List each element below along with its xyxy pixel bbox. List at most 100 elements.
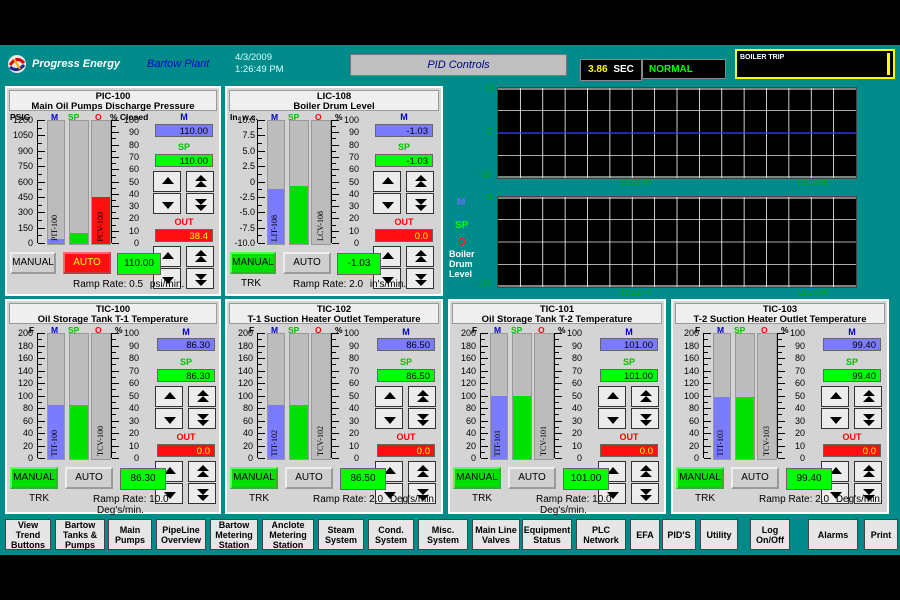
out-fast-lower-button[interactable]	[186, 268, 214, 289]
trend-area: 10 0 -10 13:21:40 13:26:00 M SP O Boiler…	[445, 83, 895, 298]
auto-button[interactable]: AUTO	[283, 252, 331, 274]
nav-button-9[interactable]: Main Line Valves	[472, 519, 520, 550]
sp-lower-button[interactable]	[155, 408, 183, 429]
nav-button-17[interactable]: Print	[864, 519, 898, 550]
sp-fast-raise-button[interactable]	[406, 171, 434, 192]
sp-value[interactable]: 110.00	[155, 154, 213, 167]
auto-button[interactable]: AUTO	[285, 467, 333, 489]
sp-fast-lower-button[interactable]	[188, 408, 216, 429]
nav-button-4[interactable]: Bartow Metering Station	[210, 519, 258, 550]
sp-raise-button[interactable]	[598, 386, 626, 407]
sp-value[interactable]: -1.03	[375, 154, 433, 167]
pv-scale-label: 0	[27, 238, 33, 248]
m-caption: M	[400, 112, 408, 122]
controller-title: TIC-101 Oil Storage Tank T-2 Temperature	[452, 303, 662, 325]
sp-fast-raise-button[interactable]	[188, 386, 216, 407]
nav-button-16[interactable]: Alarms	[808, 519, 858, 550]
manual-button[interactable]: MANUAL	[10, 252, 56, 274]
pct-scale-label: 30	[571, 415, 582, 426]
nav-button-11[interactable]: PLC Network	[576, 519, 626, 550]
sp-fast-lower-button[interactable]	[186, 193, 214, 214]
sp-lower-button[interactable]	[375, 408, 403, 429]
nav-button-2[interactable]: Main Pumps	[108, 519, 152, 550]
pv-scale-label: 2.5	[242, 161, 255, 172]
manual-button[interactable]: MANUAL	[230, 252, 276, 274]
pct-scale-label: 10	[348, 225, 359, 236]
sp-fast-lower-button[interactable]	[406, 193, 434, 214]
pv-scale: 200 180 160 140 120 100 80 60 40 20 0	[450, 328, 476, 463]
nav-button-0[interactable]: View Trend Buttons	[5, 519, 51, 550]
pv-scale-label: 140	[17, 365, 33, 376]
sp-raise-button[interactable]	[375, 386, 403, 407]
pv-scale-label: 80	[22, 403, 33, 413]
nav-button-3[interactable]: PipeLine Overview	[156, 519, 206, 550]
sp-raise-button[interactable]	[373, 171, 401, 192]
manual-button[interactable]: MANUAL	[10, 467, 58, 489]
out-fast-raise-button[interactable]	[854, 461, 882, 482]
sp-lower-button[interactable]	[598, 408, 626, 429]
company-name: Progress Energy	[32, 58, 121, 70]
alarm-banner[interactable]: BOILER TRIP	[735, 49, 895, 79]
sp-value[interactable]: 86.30	[157, 369, 215, 382]
nav-button-5[interactable]: Anclote Metering Station	[262, 519, 314, 550]
m-bar-label: PIT-100	[50, 215, 59, 241]
sp-caption: SP	[622, 357, 635, 367]
nav-button-8[interactable]: Misc. System	[418, 519, 468, 550]
sp-raise-button[interactable]	[155, 386, 183, 407]
out-fast-raise-button[interactable]	[406, 246, 434, 267]
nav-button-12[interactable]: EFA	[630, 519, 660, 550]
manual-button[interactable]: MANUAL	[230, 467, 278, 489]
out-fast-raise-button[interactable]	[631, 461, 659, 482]
sp-fast-lower-button[interactable]	[631, 408, 659, 429]
sp-fast-raise-button[interactable]	[186, 171, 214, 192]
pv-scale-label: 7.5	[242, 130, 255, 141]
ramp-rate: Ramp Rate: 10.0 Deg's/min.	[536, 494, 664, 516]
sp-fast-lower-button[interactable]	[854, 408, 882, 429]
auto-button[interactable]: AUTO	[65, 467, 113, 489]
sp-raise-button[interactable]	[153, 171, 181, 192]
sp-lower-button[interactable]	[153, 193, 181, 214]
sp-value[interactable]: 101.00	[600, 369, 658, 382]
sp-fast-lower-button[interactable]	[408, 408, 436, 429]
pct-scale-label: 30	[128, 201, 139, 212]
sp-lower-button[interactable]	[373, 193, 401, 214]
nav-button-13[interactable]: PID'S	[662, 519, 696, 550]
out-fast-raise-button[interactable]	[408, 461, 436, 482]
sp-value[interactable]: 86.50	[377, 369, 435, 382]
scan-timer: 3.86 SEC	[580, 59, 642, 81]
nav-button-7[interactable]: Cond. System	[368, 519, 414, 550]
top-trend-time-end: 13:26:00	[797, 178, 829, 187]
sp-lower-button[interactable]	[821, 408, 849, 429]
controller-tic101: TIC-101 Oil Storage Tank T-2 Temperature F…	[448, 299, 666, 516]
m-bar-trough: TIT-102	[267, 333, 285, 460]
auto-button[interactable]: AUTO	[508, 467, 556, 489]
nav-button-10[interactable]: Equipment Status	[522, 519, 572, 550]
sp-fast-raise-button[interactable]	[408, 386, 436, 407]
out-fast-lower-button[interactable]	[406, 268, 434, 289]
nav-button-1[interactable]: Bartow Tanks & Pumps	[55, 519, 105, 550]
auto-button[interactable]: AUTO	[731, 467, 779, 489]
pv-scale-label: 450	[17, 191, 33, 202]
nav-button-6[interactable]: Steam System	[318, 519, 364, 550]
bottom-trend-chart[interactable]	[497, 196, 857, 288]
sp-raise-button[interactable]	[821, 386, 849, 407]
pct-scale-label: 70	[794, 365, 805, 376]
track-label: TRK	[472, 493, 492, 504]
manual-button[interactable]: MANUAL	[453, 467, 501, 489]
track-label: TRK	[695, 493, 715, 504]
sp-fast-raise-button[interactable]	[631, 386, 659, 407]
sp-value[interactable]: 99.40	[823, 369, 881, 382]
ramp-unit: in's/min.	[369, 279, 407, 290]
manual-button[interactable]: MANUAL	[676, 467, 724, 489]
nav-button-15[interactable]: Log On/Off	[750, 519, 790, 550]
pct-scale-label: 80	[348, 353, 359, 363]
m-bar-label: TIT-103	[716, 429, 725, 456]
auto-button[interactable]: AUTO	[63, 252, 111, 274]
top-trend-chart[interactable]	[497, 87, 857, 179]
out-bar-trough: TCV-100	[91, 333, 111, 460]
system-status: NORMAL	[642, 59, 726, 79]
out-fast-raise-button[interactable]	[186, 246, 214, 267]
sp-fast-raise-button[interactable]	[854, 386, 882, 407]
nav-button-14[interactable]: Utility	[700, 519, 738, 550]
out-fast-raise-button[interactable]	[188, 461, 216, 482]
